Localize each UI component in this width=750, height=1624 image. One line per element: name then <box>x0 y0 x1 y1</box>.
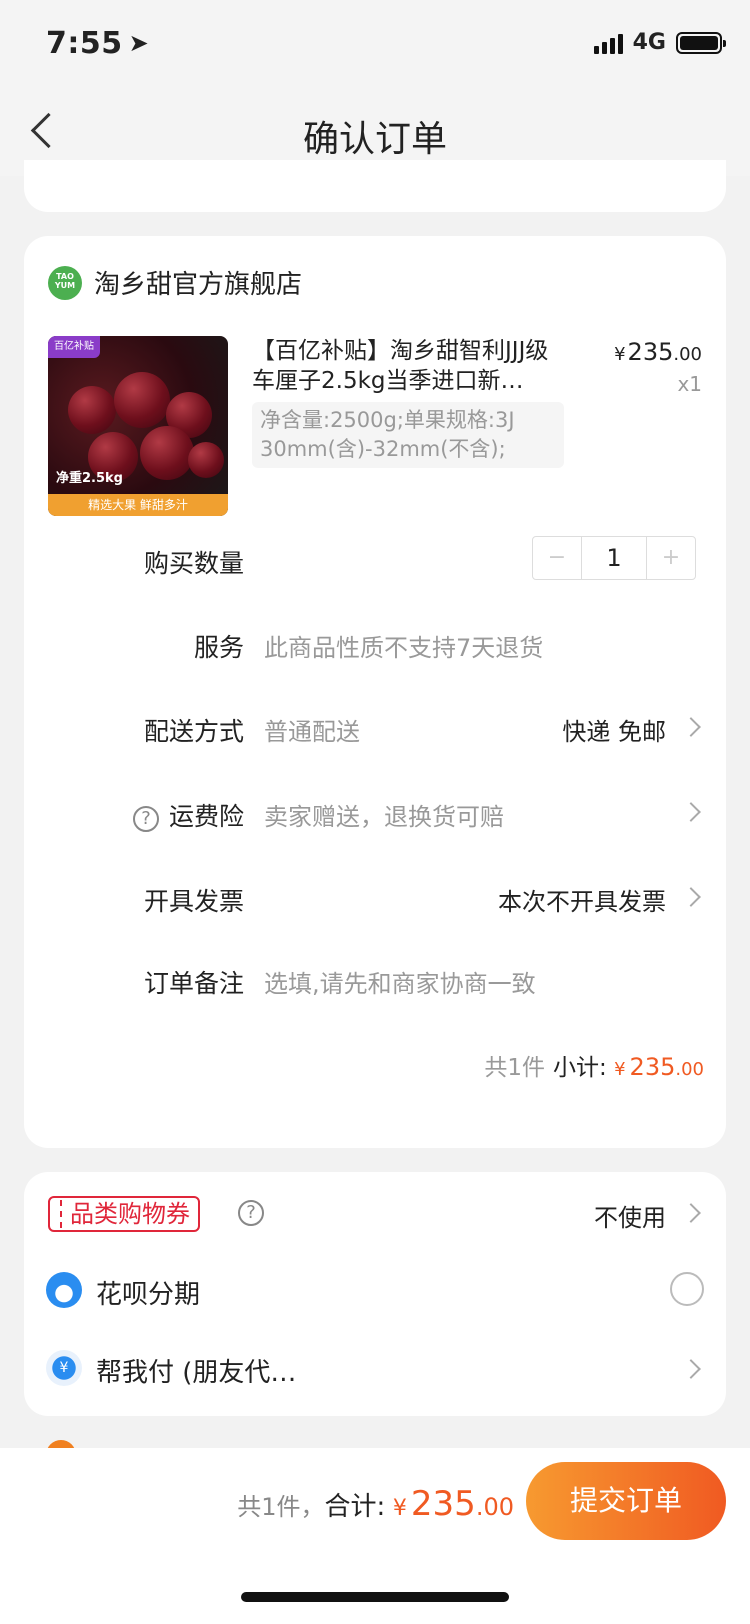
product-title[interactable]: 【百亿补贴】淘乡甜智利JJJ级车厘子2.5kg当季进口新… <box>252 336 562 396</box>
delivery-label: 配送方式 <box>143 717 244 746</box>
delivery-option: 快递 免邮 <box>562 718 666 746</box>
chevron-right-icon <box>681 1203 701 1223</box>
invoice-label: 开具发票 <box>143 887 244 916</box>
note-label: 订单备注 <box>143 969 244 998</box>
network-type: 4G <box>632 30 666 55</box>
delivery-row[interactable]: 配送方式 普通配送 快递 免邮 <box>24 706 726 750</box>
submit-order-button[interactable]: 提交订单 <box>526 1462 726 1540</box>
service-value: 此商品性质不支持7天退货 <box>264 634 544 662</box>
status-bar: 7:55 ➤ 4G <box>0 0 750 90</box>
subtotal-amount: ¥235.00 <box>614 1053 704 1081</box>
quantity-value[interactable]: 1 <box>581 537 647 579</box>
shop-logo-icon: TAO YUM <box>48 265 82 300</box>
signal-icon <box>593 32 623 54</box>
status-indicators: 4G <box>593 30 726 55</box>
note-row[interactable]: 订单备注 选填,请先和商家协商一致 <box>24 958 726 1002</box>
location-arrow-icon: ➤ <box>128 29 150 57</box>
total-amount: ¥235.00 <box>392 1484 514 1524</box>
chevron-right-icon <box>681 717 701 737</box>
service-row: 服务 此商品性质不支持7天退货 <box>24 622 726 666</box>
huabei-radio[interactable] <box>670 1272 704 1306</box>
home-indicator <box>241 1592 509 1602</box>
note-input[interactable]: 选填,请先和商家协商一致 <box>264 964 536 999</box>
product-image[interactable]: 百亿补贴 净重2.5kg 精选大果 鲜甜多汁 <box>48 336 228 516</box>
subtotal: 共1件 小计: ¥235.00 <box>484 1053 704 1081</box>
battery-icon <box>676 31 726 54</box>
coupon-badge: 品类购物券 <box>48 1196 200 1232</box>
clock: 7:55 <box>46 26 123 61</box>
checkout-bar: 共1件，合计: ¥235.00 提交订单 <box>0 1448 750 1624</box>
page-title: 确认订单 <box>302 119 447 160</box>
chevron-right-icon <box>681 887 701 907</box>
address-card[interactable] <box>24 160 726 212</box>
insurance-value: 卖家赠送，退换货可赔 <box>264 803 504 831</box>
bangwo-label[interactable]: 帮我付 (朋友代… <box>96 1352 296 1389</box>
decrease-button[interactable]: − <box>533 537 581 579</box>
payment-card: 品类购物券 ? 不使用 花呗分期 ¥ 帮我付 (朋友代… <box>24 1172 726 1416</box>
chevron-right-icon <box>681 802 701 822</box>
order-card: TAO YUM 淘乡甜官方旗舰店 百亿补贴 净重2.5kg 精选大果 鲜甜多汁 … <box>24 236 726 1148</box>
image-weight-label: 净重2.5kg <box>56 471 123 486</box>
product-sku: 净含量:2500g;单果规格:3J 30mm(含)-32mm(不含); <box>252 402 564 468</box>
quantity-row: 购买数量 − 1 + <box>24 536 726 582</box>
shop-row[interactable]: TAO YUM 淘乡甜官方旗舰店 <box>48 264 302 301</box>
product-quantity: x1 <box>677 372 702 396</box>
invoice-row[interactable]: 开具发票 本次不开具发票 <box>24 876 726 920</box>
coupon-value[interactable]: 不使用 <box>594 1198 666 1233</box>
quantity-stepper[interactable]: − 1 + <box>532 536 696 580</box>
insurance-label: ? 运费险 <box>132 797 244 833</box>
quantity-label: 购买数量 <box>143 549 244 578</box>
product-price: ¥235.00 <box>614 338 702 366</box>
insurance-row[interactable]: ? 运费险 卖家赠送，退换货可赔 <box>24 791 726 835</box>
subsidy-tag: 百亿补贴 <box>48 336 100 358</box>
chevron-right-icon <box>681 1359 701 1379</box>
huabei-icon <box>46 1272 82 1308</box>
service-label: 服务 <box>193 633 244 662</box>
help-icon[interactable]: ? <box>132 806 159 832</box>
image-banner: 精选大果 鲜甜多汁 <box>48 494 228 516</box>
delivery-value: 普通配送 <box>264 718 360 746</box>
help-icon[interactable]: ? <box>238 1200 264 1226</box>
increase-button[interactable]: + <box>647 537 695 579</box>
order-total: 共1件，合计: ¥235.00 <box>237 1484 514 1524</box>
bangwo-icon: ¥ <box>46 1350 82 1386</box>
status-time: 7:55 ➤ <box>46 26 149 61</box>
huabei-label: 花呗分期 <box>96 1280 201 1310</box>
shop-name: 淘乡甜官方旗舰店 <box>94 270 303 300</box>
invoice-value: 本次不开具发票 <box>498 888 666 916</box>
